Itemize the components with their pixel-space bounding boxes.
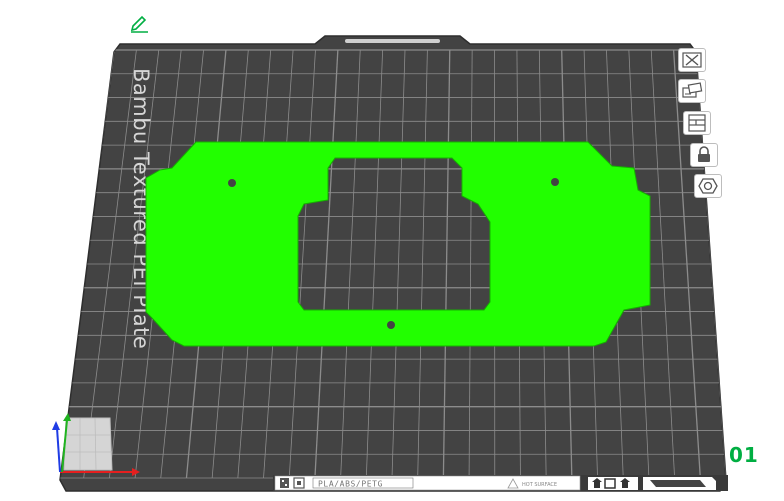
layout-icon [688,114,706,132]
plate-settings-button[interactable] [694,174,722,198]
plate-handle [345,39,440,43]
lock-plate-button[interactable] [690,143,718,167]
remove-plate-button[interactable] [678,48,706,72]
arrange-icon [682,82,703,98]
arrange-button[interactable] [678,79,706,103]
plate-symbols-icon [588,477,638,490]
model-hole [228,179,236,187]
edit-plate-name-button[interactable] [128,12,150,34]
layout-button[interactable] [683,111,711,135]
hot-surface-label: HOT SURFACE [522,482,557,488]
model-hole [387,321,395,329]
pencil-icon [130,15,148,33]
plate-corner-stripe [650,480,706,487]
hex-nut-icon [698,178,718,194]
z-axis-arrow [56,427,61,473]
lock-icon [698,146,710,162]
build-plate-viewport[interactable]: PLA/ABS/PETG HOT SURFACE Bambu Textured … [0,0,784,501]
plate-index-label: 01 [729,443,759,467]
gizmo-grid-square [63,417,113,471]
filament-type-label: PLA/ABS/PETG [318,480,383,489]
model-hole [551,178,559,186]
close-icon [682,52,702,68]
